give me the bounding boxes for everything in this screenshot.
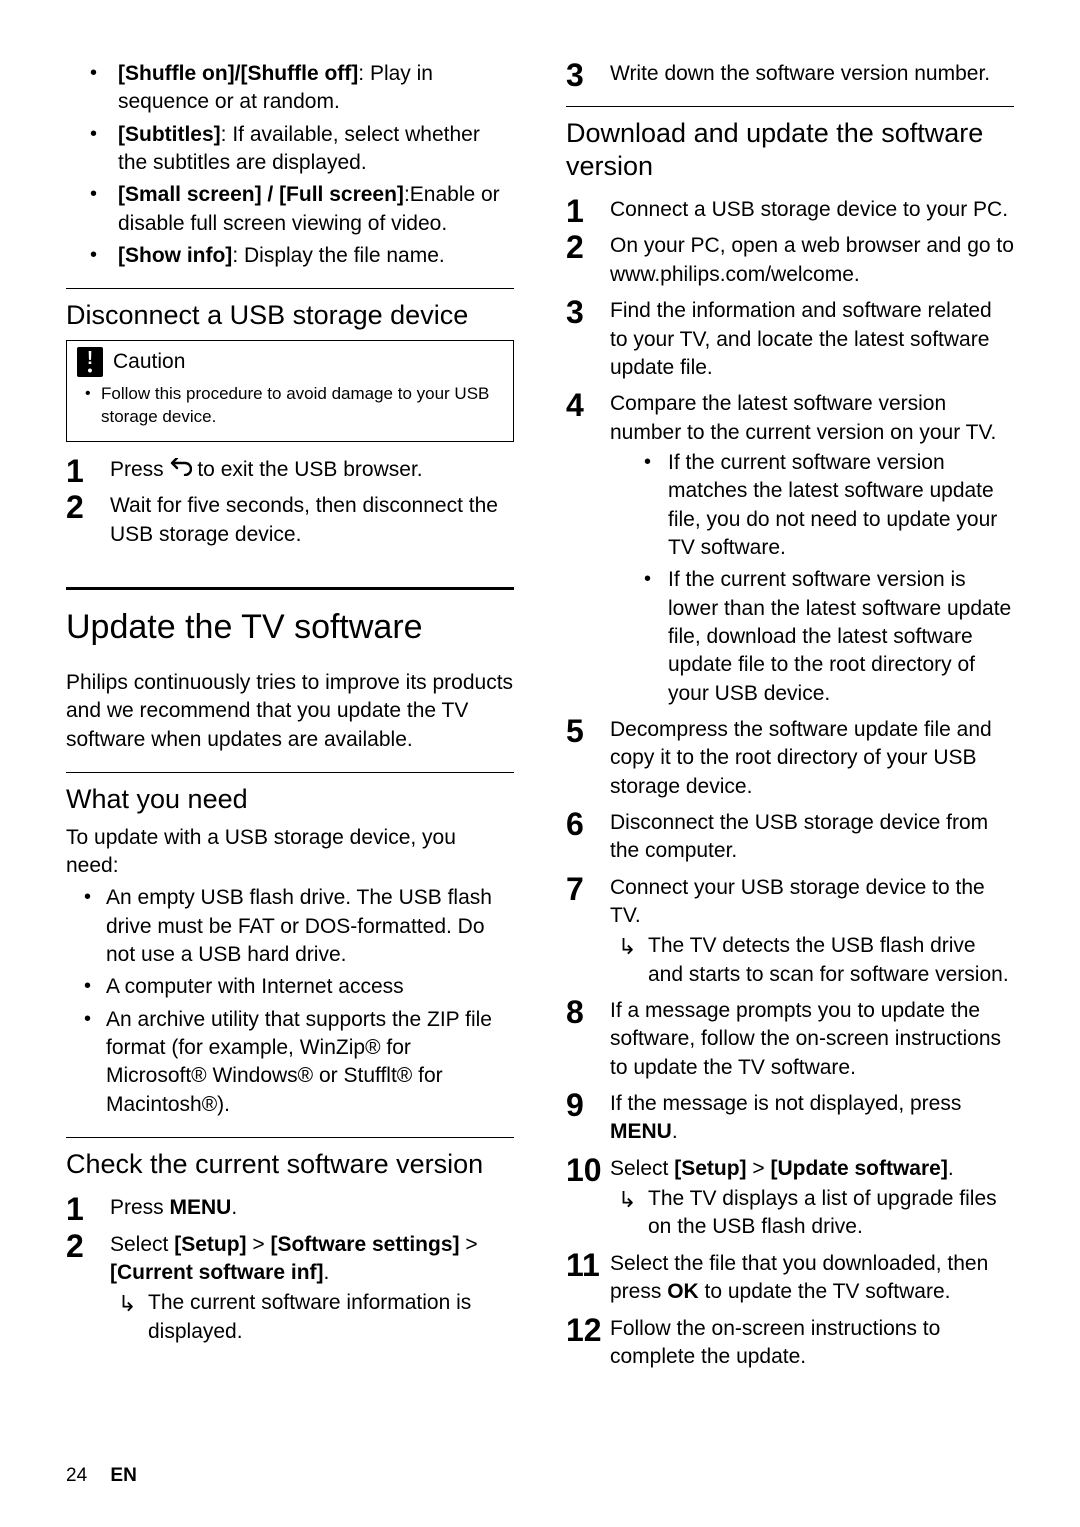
dl-step-12: Follow the on-screen instructions to com… <box>566 1315 1014 1372</box>
left-column: [Shuffle on]/[Shuffle off]: Play in sequ… <box>66 60 514 1379</box>
check-step-1: Press MENU. <box>66 1194 514 1222</box>
caution-title: Caution <box>113 350 185 374</box>
check-step-2: Select [Setup] > [Software settings] > [… <box>66 1231 514 1346</box>
need-item-3: An archive utility that supports the ZIP… <box>66 1006 514 1119</box>
option-subtitles: [Subtitles]: If available, select whethe… <box>118 121 514 178</box>
dl-step-6: Disconnect the USB storage device from t… <box>566 809 1014 866</box>
dl-step-9: If the message is not displayed, press M… <box>566 1090 1014 1147</box>
what-you-need-intro: To update with a USB storage device, you… <box>66 824 514 881</box>
update-intro: Philips continuously tries to improve it… <box>66 669 514 754</box>
need-item-1: An empty USB flash drive. The USB flash … <box>66 884 514 969</box>
check-step-2-sub: The current software information is disp… <box>110 1289 514 1346</box>
page-footer: 24 EN <box>66 1465 137 1487</box>
dl-step-4: Compare the latest software version numb… <box>566 390 1014 708</box>
disconnect-step-1: Press to exit the USB browser. <box>66 456 514 485</box>
dl-step-2: On your PC, open a web browser and go to… <box>566 232 1014 289</box>
option-screen: [Small screen] / [Full screen]:Enable or… <box>118 181 514 238</box>
check-version-heading: Check the current software version <box>66 1148 514 1180</box>
caution-box: Caution Follow this procedure to avoid d… <box>66 340 514 442</box>
check-version-steps-cont: Write down the software version number. <box>566 60 1014 88</box>
dl-step-1: Connect a USB storage device to your PC. <box>566 196 1014 224</box>
what-you-need-heading: What you need <box>66 783 514 815</box>
page-number: 24 <box>66 1465 87 1486</box>
download-update-steps: Connect a USB storage device to your PC.… <box>566 196 1014 1371</box>
dl-step-8: If a message prompts you to update the s… <box>566 997 1014 1082</box>
dl-step-5: Decompress the software update file and … <box>566 716 1014 801</box>
option-shuffle: [Shuffle on]/[Shuffle off]: Play in sequ… <box>118 60 514 117</box>
disconnect-steps: Press to exit the USB browser. Wait for … <box>66 456 514 549</box>
option-show-info: [Show info]: Display the file name. <box>118 242 514 270</box>
dl-step-3: Find the information and software relate… <box>566 297 1014 382</box>
dl-step-11: Select the file that you downloaded, the… <box>566 1250 1014 1307</box>
dl-step-4-b2: If the current software version is lower… <box>610 566 1014 708</box>
dl-step-7-sub: The TV detects the USB flash drive and s… <box>610 932 1014 989</box>
disconnect-step-2: Wait for five seconds, then disconnect t… <box>66 492 514 549</box>
dl-step-10-sub: The TV displays a list of upgrade files … <box>610 1185 1014 1242</box>
back-icon <box>170 456 192 484</box>
disconnect-heading: Disconnect a USB storage device <box>66 299 514 331</box>
caution-body: Follow this procedure to avoid damage to… <box>67 381 513 441</box>
check-step-3: Write down the software version number. <box>566 60 1014 88</box>
what-you-need-list: An empty USB flash drive. The USB flash … <box>66 884 514 1119</box>
update-software-heading: Update the TV software <box>66 608 514 647</box>
playback-options-list: [Shuffle on]/[Shuffle off]: Play in sequ… <box>66 60 514 270</box>
caution-icon <box>77 347 103 377</box>
dl-step-10: Select [Setup] > [Update software]. The … <box>566 1155 1014 1242</box>
dl-step-7: Connect your USB storage device to the T… <box>566 874 1014 989</box>
download-update-heading: Download and update the software version <box>566 117 1014 182</box>
dl-step-4-b1: If the current software version matches … <box>610 449 1014 562</box>
check-version-steps: Press MENU. Select [Setup] > [Software s… <box>66 1194 514 1346</box>
need-item-2: A computer with Internet access <box>66 973 514 1001</box>
page-lang: EN <box>110 1465 136 1486</box>
right-column: Write down the software version number. … <box>566 60 1014 1379</box>
